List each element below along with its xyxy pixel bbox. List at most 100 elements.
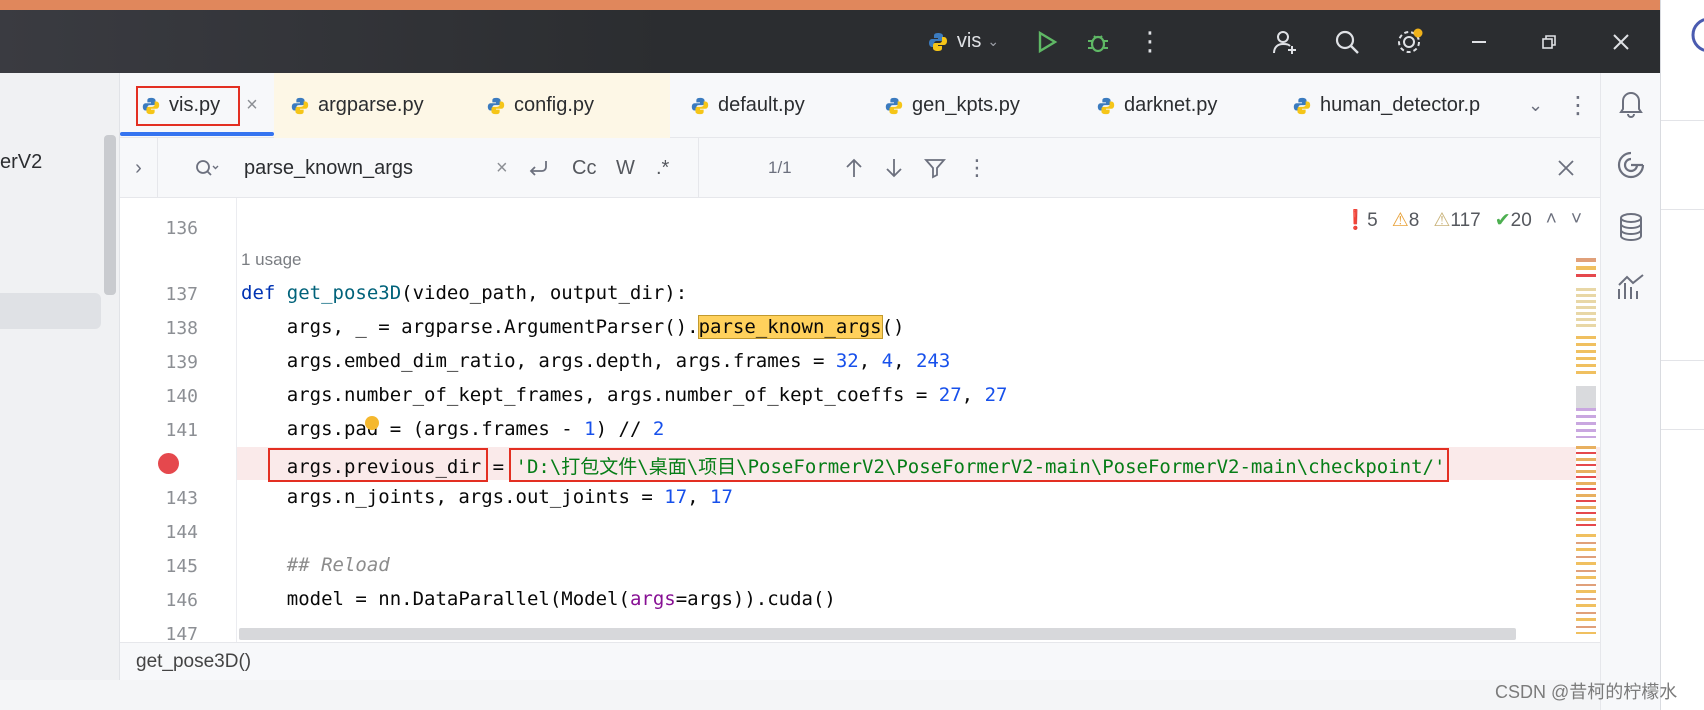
usage-hint[interactable]: 1 usage: [241, 250, 302, 270]
code-token: ,: [858, 350, 882, 372]
minimize-icon: [1472, 40, 1486, 43]
tab-argparse-py[interactable]: argparse.py: [274, 73, 470, 138]
warning-count-value: 8: [1408, 209, 1420, 231]
code-line[interactable]: args.previous_dir = 'D:\打包文件\桌面\项目\PoseF…: [241, 452, 1446, 479]
add-user-button[interactable]: [1268, 10, 1302, 73]
error-stripe[interactable]: [1576, 258, 1596, 638]
database-icon[interactable]: [1615, 211, 1647, 243]
search-query: parse_known_args: [244, 156, 413, 179]
watermark: CSDN @昔柯的柠檬水: [1495, 682, 1678, 702]
horizontal-scrollbar[interactable]: [239, 628, 1516, 640]
ai-assistant-icon[interactable]: [1615, 149, 1647, 181]
line-number: 143: [165, 488, 198, 509]
tabs-dropdown-button[interactable]: ⌄: [1528, 73, 1552, 138]
tab-label: vis.py: [169, 94, 221, 116]
filter-button[interactable]: [924, 138, 946, 198]
close-find-button[interactable]: [1556, 138, 1576, 198]
match-case-toggle[interactable]: Cc: [572, 138, 596, 198]
restore-button[interactable]: [1534, 10, 1564, 73]
whole-words-toggle[interactable]: W: [616, 138, 635, 198]
minimize-button[interactable]: [1464, 10, 1494, 73]
code-line[interactable]: args.number_of_kept_frames, args.number_…: [241, 384, 1008, 406]
project-scrollbar[interactable]: [104, 135, 116, 295]
search-input[interactable]: parse_known_args: [244, 138, 464, 198]
code-editor[interactable]: ❗5 ⚠8 ⚠117 ✔20 ˄ ˅ 136 1 usage 137 138 1…: [120, 198, 1600, 642]
tab-human-detector-py[interactable]: human_detector.p: [1292, 73, 1522, 138]
code-token: (): [881, 316, 905, 338]
regex-toggle[interactable]: .*: [656, 138, 669, 198]
filter-icon: [924, 159, 946, 179]
code-line[interactable]: args, _ = argparse.ArgumentParser().pars…: [241, 315, 905, 339]
selected-tree-item[interactable]: [0, 293, 101, 329]
new-line-button[interactable]: [526, 138, 550, 198]
tab-label: gen_kpts.py: [912, 94, 1020, 116]
active-tab-indicator: [120, 132, 274, 136]
code-line[interactable]: def get_pose3D(video_path, output_dir):: [241, 282, 687, 304]
clear-search-icon[interactable]: ×: [496, 138, 508, 198]
python-icon: [885, 97, 903, 114]
match-count-label: 1/1: [768, 158, 792, 177]
code-token: 1: [584, 418, 596, 440]
close-icon: [1613, 33, 1629, 50]
code-token: args: [629, 588, 676, 610]
code-line[interactable]: model = nn.DataParallel(Model(args=args)…: [241, 588, 836, 610]
code-line[interactable]: args.pad = (args.frames - 1) // 2: [241, 418, 665, 440]
regex-label: .*: [656, 156, 670, 179]
search-everywhere-button[interactable]: [1330, 10, 1364, 73]
debug-button[interactable]: [1082, 10, 1114, 73]
profiler-icon[interactable]: [1615, 271, 1647, 303]
divider: [698, 138, 699, 198]
code-token: =args)).cuda(): [675, 588, 836, 610]
breakpoint-marker[interactable]: [158, 453, 179, 474]
return-icon: [529, 161, 547, 176]
python-icon: [291, 97, 309, 114]
search-icon: [1335, 30, 1359, 54]
bell-icon[interactable]: [1615, 87, 1647, 119]
tab-label: darknet.py: [1124, 94, 1218, 116]
arrow-down-icon: [886, 159, 902, 178]
search-history-button[interactable]: [194, 138, 220, 198]
tab-darknet-py[interactable]: darknet.py: [1096, 73, 1276, 138]
code-token: args.n_joints, args.out_joints =: [241, 486, 665, 508]
expand-replace-button[interactable]: ›: [120, 138, 158, 198]
code-token: ,: [893, 350, 916, 372]
more-actions-icon[interactable]: ⋮: [1137, 10, 1163, 73]
code-comment: ## Reload: [241, 554, 390, 576]
tabs-more-icon[interactable]: ⋮: [1566, 73, 1590, 138]
previous-occurrence-button[interactable]: [844, 138, 864, 198]
close-tab-icon[interactable]: ×: [246, 94, 258, 117]
settings-button[interactable]: [1392, 10, 1426, 73]
chevron-up-icon[interactable]: ˄: [1546, 209, 1557, 231]
python-icon: [1293, 97, 1311, 114]
code-line[interactable]: args.n_joints, args.out_joints = 17, 17: [241, 486, 733, 508]
project-name-truncated[interactable]: erV2: [0, 151, 42, 174]
typo-ok-count-value: 20: [1510, 209, 1532, 231]
window-accent-bar: [0, 0, 1660, 10]
tab-gen-kpts-py[interactable]: gen_kpts.py: [884, 73, 1074, 138]
python-icon: [142, 97, 160, 114]
code-token: (video_path, output_dir):: [401, 282, 688, 304]
side-card: [1661, 360, 1704, 430]
code-line[interactable]: args.embed_dim_ratio, args.depth, args.f…: [241, 350, 951, 372]
run-config-selector[interactable]: vis ⌄: [918, 10, 1008, 73]
python-icon: [1097, 97, 1115, 114]
code-token: 4: [881, 350, 894, 372]
code-token: args.pad = (args.frames -: [241, 418, 585, 440]
chevron-down-icon: ⌄: [987, 33, 1000, 49]
inspection-widget[interactable]: ❗5 ⚠8 ⚠117 ✔20 ˄ ˅: [1344, 208, 1583, 232]
weak-warning-count-value: 117: [1450, 209, 1481, 231]
arrow-up-icon: [846, 158, 862, 177]
code-token: args, _ = argparse.ArgumentParser().: [241, 316, 699, 338]
bulb-icon[interactable]: [365, 416, 379, 430]
run-button[interactable]: [1030, 10, 1062, 73]
find-more-icon[interactable]: ⋮: [966, 138, 988, 198]
next-occurrence-button[interactable]: [884, 138, 904, 198]
tab-default-py[interactable]: default.py: [690, 73, 870, 138]
close-window-button[interactable]: [1606, 10, 1636, 73]
code-line[interactable]: ## Reload: [241, 554, 390, 576]
breadcrumb[interactable]: get_pose3D(): [136, 651, 251, 673]
error-count: ❗5: [1343, 210, 1378, 231]
tab-label: argparse.py: [318, 94, 424, 116]
chevron-down-icon[interactable]: ˅: [1571, 209, 1582, 231]
tab-config-py[interactable]: config.py: [470, 73, 670, 138]
